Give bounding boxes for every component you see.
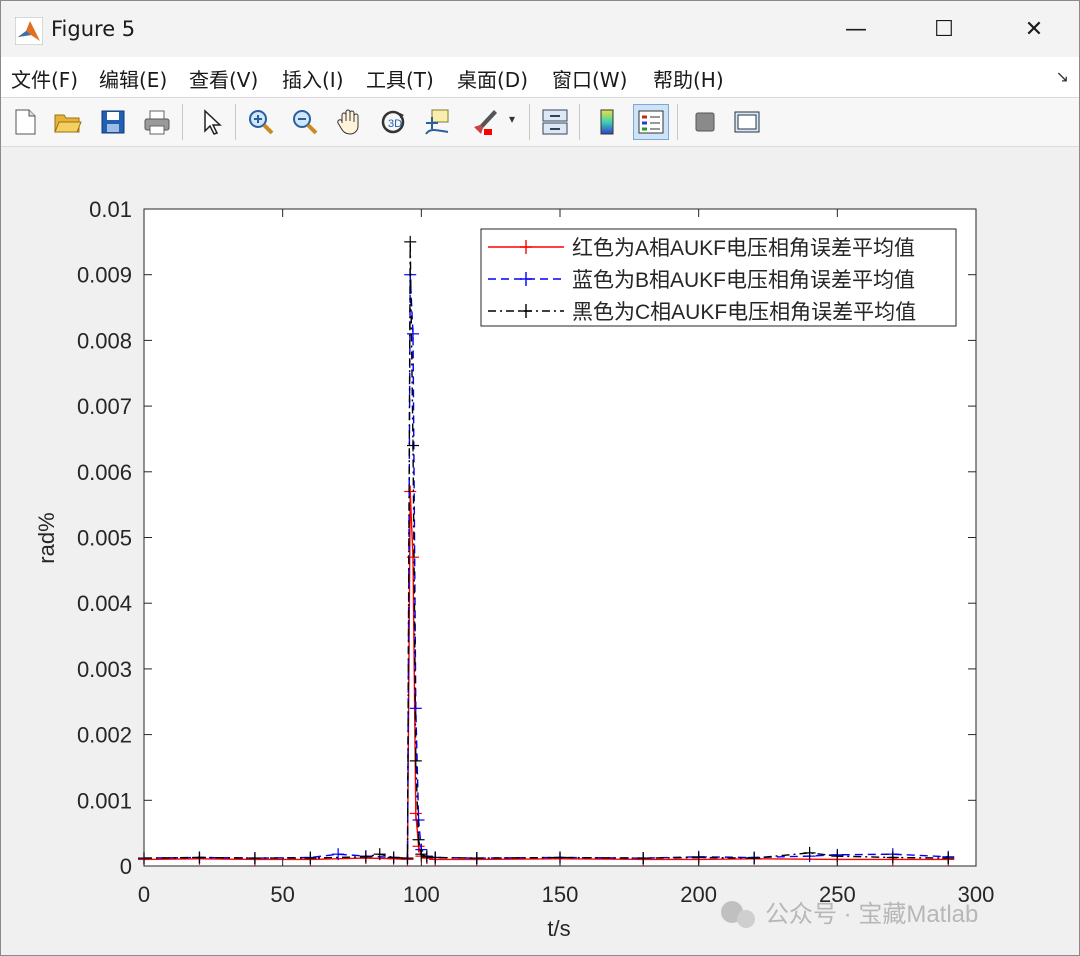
x-tick-label: 0: [138, 882, 150, 907]
save-icon[interactable]: [95, 104, 131, 140]
legend-icon[interactable]: [633, 104, 669, 140]
window-title: Figure 5: [51, 17, 136, 41]
y-tick-label: 0.001: [77, 788, 132, 813]
zoom-out-icon[interactable]: [287, 104, 323, 140]
menu-insert[interactable]: 插入(I): [282, 64, 344, 93]
wechat-icon-bubble: [737, 910, 755, 928]
minimize-button[interactable]: —: [811, 1, 901, 57]
brush-dropdown-icon[interactable]: ▾: [509, 112, 515, 126]
zoom-in-icon[interactable]: [243, 104, 279, 140]
y-tick-label: 0.007: [77, 394, 132, 419]
y-tick-label: 0.009: [77, 263, 132, 288]
menu-window[interactable]: 窗口(W): [552, 64, 627, 93]
y-tick-label: 0.004: [77, 591, 132, 616]
toolbar-separator: [235, 104, 236, 140]
x-tick-label: 150: [542, 882, 579, 907]
figure-canvas: 0 50 100 150 200 250 300 0 0.001 0.002 0.003 0.004 0…: [1, 147, 1079, 955]
menu-view[interactable]: 查看(V): [189, 64, 258, 93]
link-plot-icon[interactable]: [537, 104, 573, 140]
x-tick-label: 100: [403, 882, 440, 907]
legend-label-2: 蓝色为B相AUKF电压相角误差平均值: [572, 269, 915, 292]
open-folder-icon[interactable]: [49, 104, 85, 140]
colorbar-icon[interactable]: [589, 104, 625, 140]
toolbar-separator: [579, 104, 580, 140]
print-icon[interactable]: [139, 104, 175, 140]
y-axis-label: rad%: [34, 512, 59, 563]
brush-icon[interactable]: [465, 104, 501, 140]
pan-hand-icon[interactable]: [331, 104, 367, 140]
x-tick-label: 50: [270, 882, 294, 907]
menu-edit[interactable]: 编辑(E): [99, 64, 167, 93]
close-icon: ✕: [1024, 16, 1044, 42]
close-button[interactable]: ✕: [989, 1, 1079, 57]
menu-file[interactable]: 文件(F): [11, 64, 78, 93]
minimize-icon: —: [845, 16, 867, 42]
menu-overflow-icon[interactable]: ↘: [1056, 67, 1069, 86]
show-plot-tools-icon[interactable]: [729, 104, 765, 140]
legend-label-3: 黑色为C相AUKF电压相角误差平均值: [572, 301, 916, 324]
svg-text:3D: 3D: [388, 118, 402, 130]
y-tick-label: 0.008: [77, 328, 132, 353]
menu-bar: 文件(F) 编辑(E) 查看(V) 插入(I) 工具(T) 桌面(D) 窗口(W…: [1, 57, 1079, 98]
data-cursor-icon[interactable]: [419, 104, 455, 140]
x-axis-label: t/s: [547, 916, 570, 941]
hide-plot-tools-icon[interactable]: [687, 104, 723, 140]
menu-help[interactable]: 帮助(H): [653, 64, 724, 93]
menu-tools[interactable]: 工具(T): [366, 64, 434, 93]
title-bar[interactable]: Figure 5 — ☐ ✕: [1, 1, 1079, 57]
rotate-3d-icon[interactable]: 3D: [375, 104, 411, 140]
y-tick-label: 0.003: [77, 657, 132, 682]
y-tick-label: 0.006: [77, 460, 132, 485]
figure-toolbar: 3D ▾: [1, 98, 1079, 147]
menu-desktop[interactable]: 桌面(D): [457, 64, 528, 93]
maximize-button[interactable]: ☐: [899, 1, 989, 57]
pointer-icon[interactable]: [193, 104, 229, 140]
toolbar-separator: [677, 104, 678, 140]
new-figure-icon[interactable]: [7, 104, 43, 140]
figure-window: Figure 5 — ☐ ✕ 文件(F) 编辑(E) 查看(V) 插入(I) 工…: [0, 0, 1080, 956]
watermark-text: 公众号 · 宝藏Matlab: [765, 901, 978, 928]
y-tick-label: 0.01: [89, 197, 132, 222]
maximize-icon: ☐: [934, 16, 954, 42]
watermark: 公众号 · 宝藏Matlab: [721, 901, 978, 928]
legend[interactable]: 红色为A相AUKF电压相角误差平均值蓝色为B相AUKF电压相角误差平均值黑色为C…: [480, 228, 957, 327]
plot-svg: 0 50 100 150 200 250 30000.0010.0020.0030.0040…: [34, 197, 994, 941]
x-tick-label: 200: [680, 882, 717, 907]
toolbar-separator: [182, 104, 183, 140]
y-tick-label: 0.005: [77, 526, 132, 551]
toolbar-separator: [529, 104, 530, 140]
legend-label-1: 红色为A相AUKF电压相角误差平均值: [572, 237, 915, 260]
matlab-logo-icon: [15, 17, 43, 45]
y-tick-label: 0: [120, 854, 132, 879]
y-tick-label: 0.002: [77, 723, 132, 748]
